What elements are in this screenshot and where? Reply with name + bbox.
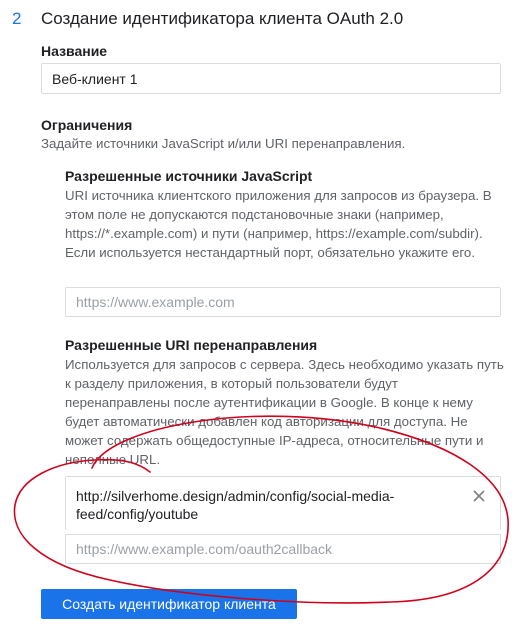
step-number: 2 bbox=[12, 9, 22, 28]
js-origin-input[interactable] bbox=[65, 287, 501, 317]
redirect-uri-input[interactable] bbox=[65, 534, 501, 564]
redirect-uris-title: Разрешенные URI перенаправления bbox=[65, 337, 318, 353]
js-origins-help: URI источника клиентского приложения для… bbox=[65, 188, 492, 260]
redirect-uri-entry[interactable]: http://silverhome.design/admin/config/so… bbox=[65, 476, 501, 530]
close-icon[interactable] bbox=[470, 487, 488, 505]
name-input[interactable] bbox=[41, 63, 501, 94]
js-origins-title: Разрешенные источники JavaScript bbox=[65, 168, 313, 184]
name-field-label: Название bbox=[41, 43, 108, 59]
restrictions-description: Задайте источники JavaScript и/или URI п… bbox=[41, 136, 406, 151]
redirect-uris-help: Используется для запросов с сервера. Зде… bbox=[65, 357, 504, 467]
restrictions-title: Ограничения bbox=[41, 117, 133, 133]
step-title: Создание идентификатора клиента OAuth 2.… bbox=[41, 9, 404, 28]
create-client-id-button[interactable]: Создать идентификатор клиента bbox=[41, 589, 297, 619]
redirect-uri-value[interactable]: http://silverhome.design/admin/config/so… bbox=[76, 487, 456, 523]
